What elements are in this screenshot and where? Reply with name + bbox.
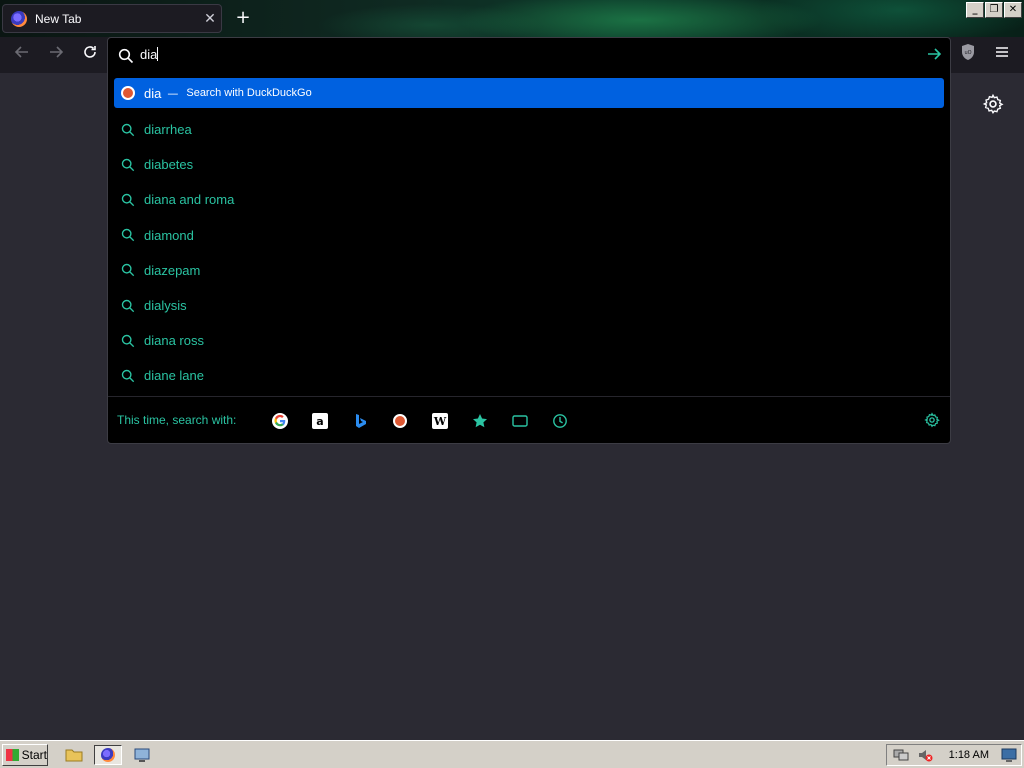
shield-icon: uO [962, 44, 974, 60]
address-bar-text: dia [140, 47, 159, 62]
suggestion-text: diazepam [144, 262, 201, 278]
suggestion-item[interactable]: diana and roma [114, 182, 944, 217]
search-icon [120, 122, 136, 138]
suggestion-item[interactable]: dialysis [114, 288, 944, 323]
search-icon [120, 227, 136, 243]
search-icon [120, 192, 136, 208]
address-bar-input[interactable]: dia [108, 38, 950, 74]
tab-close-icon[interactable]: ✕ [199, 11, 221, 27]
firefox-icon [11, 10, 27, 27]
search-icon [120, 262, 136, 278]
suggestion-search-duckduckgo[interactable]: dia — Search with DuckDuckGo [114, 78, 944, 108]
suggestion-text: diane lane [144, 368, 204, 384]
suggestion-item[interactable]: diane lane [114, 358, 944, 393]
suggestion-text: diana ross [144, 333, 204, 349]
suggestion-text: diana and roma [144, 192, 235, 208]
tabs-icon[interactable] [512, 413, 528, 429]
tab-title: New Tab [35, 11, 82, 26]
search-settings-gear-icon[interactable] [924, 412, 940, 432]
suggestion-text: diabetes [144, 157, 194, 173]
start-button[interactable]: Start [2, 744, 48, 766]
suggestion-item[interactable]: diarrhea [114, 112, 944, 147]
system-tray: 1:18 AM [886, 744, 1022, 766]
suggestion-item[interactable]: diabetes [114, 147, 944, 182]
text-caret [157, 47, 159, 61]
google-icon[interactable] [272, 413, 288, 429]
back-button[interactable] [10, 43, 34, 67]
suggestion-query: dia [144, 85, 162, 101]
show-desktop-icon[interactable] [1001, 747, 1017, 767]
start-label: Start [21, 748, 47, 762]
svg-text:uO: uO [964, 50, 971, 56]
new-tab-button[interactable]: + [232, 6, 254, 30]
taskbar: Start 1:18 AM [0, 740, 1024, 768]
suggestion-text: diarrhea [144, 122, 192, 138]
search-icon [120, 333, 136, 349]
network-computer-icon[interactable] [132, 745, 152, 765]
title-bar: New Tab ✕ + _ ❐ ✕ [0, 0, 1024, 37]
bing-icon[interactable] [352, 413, 368, 429]
volume-muted-icon[interactable] [917, 747, 933, 767]
gear-icon [982, 93, 1004, 114]
suggestion-text: dialysis [144, 298, 187, 314]
minimize-button[interactable]: _ [966, 2, 984, 18]
firefox-icon [101, 748, 115, 762]
one-off-search-bar: This time, search with: a W [108, 396, 950, 444]
reload-button[interactable] [78, 43, 102, 67]
amazon-icon[interactable]: a [312, 413, 328, 429]
windows-flag-icon [6, 749, 19, 761]
history-clock-icon[interactable] [552, 413, 568, 429]
network-icon[interactable] [893, 747, 909, 767]
suggestion-list: dia — Search with DuckDuckGo diarrhea di… [114, 78, 944, 394]
duckduckgo-icon [120, 85, 136, 101]
clock: 1:18 AM [948, 749, 989, 761]
hamburger-menu-icon [996, 47, 1008, 57]
search-icon [120, 157, 136, 173]
search-icon [120, 368, 136, 384]
suggestion-text: diamond [144, 227, 194, 243]
forward-arrow-icon [50, 46, 64, 58]
suggestion-item[interactable]: diamond [114, 218, 944, 253]
reload-icon [84, 46, 96, 58]
restore-button[interactable]: ❐ [985, 2, 1003, 18]
close-window-button[interactable]: ✕ [1004, 2, 1022, 18]
tab-new-tab[interactable]: New Tab ✕ [2, 4, 222, 33]
suggestion-item[interactable]: diazepam [114, 253, 944, 288]
wikipedia-icon[interactable]: W [432, 413, 448, 429]
suggestion-separator: — [167, 86, 179, 100]
firefox-taskbar-button[interactable] [94, 745, 122, 765]
urlbar-popup: dia dia — Search with DuckDuckGo diarrhe… [107, 37, 951, 444]
page-settings-button[interactable] [982, 93, 1004, 115]
search-icon [120, 298, 136, 314]
go-arrow-icon[interactable] [926, 46, 942, 66]
forward-button[interactable] [44, 43, 68, 67]
suggestion-item[interactable]: diana ross [114, 323, 944, 358]
suggestion-action: Search with DuckDuckGo [186, 87, 312, 99]
ublock-extension-button[interactable]: uO [956, 43, 980, 67]
search-icon [118, 48, 134, 64]
file-explorer-icon[interactable] [64, 745, 84, 765]
back-arrow-icon [14, 46, 28, 58]
app-menu-button[interactable] [990, 43, 1014, 67]
one-off-label: This time, search with: [117, 413, 237, 427]
duckduckgo-icon[interactable] [392, 413, 408, 429]
bookmarks-star-icon[interactable] [472, 413, 488, 429]
